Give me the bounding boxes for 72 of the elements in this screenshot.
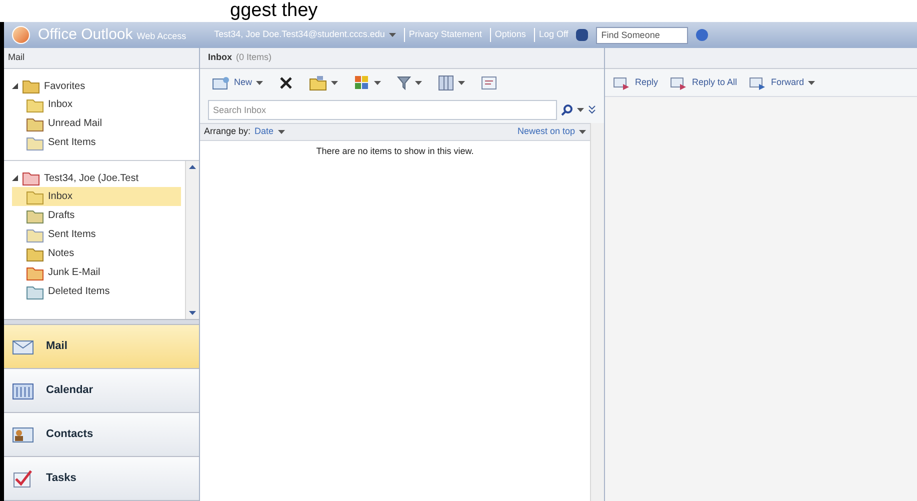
forward-button[interactable]: Forward	[749, 72, 816, 94]
expand-chevron-icon[interactable]	[588, 105, 596, 115]
caret-icon	[278, 130, 285, 134]
scroll-up-icon[interactable]	[189, 165, 196, 169]
find-someone-field[interactable]: Find Someone	[596, 26, 688, 44]
brand-title: Office Outlook	[38, 24, 133, 45]
folder-title: Inbox	[208, 51, 232, 64]
scroll-down-icon[interactable]	[189, 311, 196, 315]
folder-item[interactable]: Deleted Items	[12, 282, 181, 301]
caret-icon	[577, 108, 584, 112]
caret-icon	[331, 81, 338, 85]
folder-icon	[26, 134, 44, 150]
caret-icon	[415, 81, 422, 85]
tree-node[interactable]: Favorites	[12, 77, 195, 95]
reply-all-icon	[670, 76, 688, 90]
nav-button[interactable]: Calendar	[4, 369, 199, 413]
caret-icon	[808, 80, 816, 84]
nav-button[interactable]: Contacts	[4, 413, 199, 457]
folder-icon	[26, 116, 44, 132]
folder-item[interactable]: Sent Items	[12, 225, 181, 244]
reading-pane-icon	[438, 75, 454, 91]
caret-icon	[388, 33, 396, 37]
caret-icon	[256, 81, 264, 85]
collapse-triangle-icon[interactable]	[12, 175, 18, 181]
scrollbar[interactable]	[590, 123, 604, 501]
folder-icon	[22, 78, 40, 94]
folder-icon	[26, 226, 44, 242]
folder-item[interactable]: Unread Mail	[12, 114, 195, 133]
brand-subtitle: Web Access	[136, 30, 186, 44]
caret-icon	[458, 81, 466, 85]
search-field[interactable]: Search Inbox	[208, 100, 557, 120]
folder-icon	[26, 264, 44, 280]
forward-icon	[749, 76, 768, 90]
new-mail-icon	[212, 76, 230, 90]
folder-icon	[26, 284, 44, 300]
categories-icon	[354, 75, 370, 91]
caret-icon	[374, 81, 382, 85]
filter-icon	[397, 76, 412, 90]
pane-title: Mail	[8, 51, 25, 64]
arrange-dropdown[interactable]: Date	[254, 125, 285, 139]
folder-item[interactable]: Notes	[12, 244, 181, 263]
reply-icon	[613, 76, 631, 90]
folder-item[interactable]: Inbox	[12, 187, 181, 206]
folder-icon	[26, 96, 44, 112]
folder-item[interactable]: Sent Items	[12, 133, 195, 152]
window-icon[interactable]	[481, 75, 498, 91]
reply-button[interactable]: Reply	[613, 72, 658, 94]
caption-text: ggest they	[230, 0, 318, 22]
scrollbar[interactable]	[185, 161, 199, 319]
new-button[interactable]: New	[208, 72, 268, 94]
checkmark-icon	[12, 470, 34, 488]
collapse-triangle-icon[interactable]	[12, 83, 18, 89]
folder-item[interactable]: Inbox	[12, 95, 195, 114]
arrange-label: Arrange by:	[204, 125, 251, 138]
folder-item[interactable]: Junk E-Mail	[12, 263, 181, 282]
contact-card-icon	[12, 426, 34, 444]
folder-icon	[26, 246, 44, 262]
caret-icon	[579, 130, 586, 134]
nav-button[interactable]: Mail	[4, 325, 199, 369]
move-folder-icon	[309, 75, 328, 91]
folder-icon	[26, 188, 44, 204]
sort-order-dropdown[interactable]: Newest on top	[517, 125, 586, 139]
delete-icon[interactable]	[279, 76, 294, 90]
envelope-icon	[12, 338, 34, 356]
nav-button[interactable]: Tasks	[4, 457, 199, 501]
reply-all-button[interactable]: Reply to All	[670, 72, 738, 94]
calendar-icon	[12, 382, 34, 400]
office-logo-icon	[12, 26, 30, 44]
item-count: (0 Items)	[236, 51, 272, 64]
tree-node[interactable]: Test34, Joe (Joe.Test	[12, 169, 181, 187]
folder-item[interactable]: Drafts	[12, 206, 181, 225]
empty-message: There are no items to show in this view.	[315, 145, 475, 158]
